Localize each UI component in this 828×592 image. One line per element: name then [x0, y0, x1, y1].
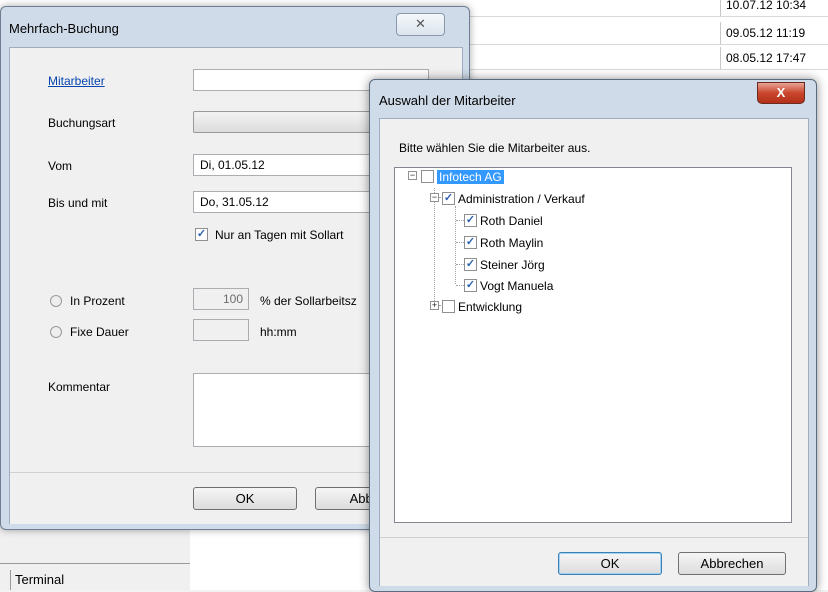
- auswahl-mitarbeiter-dialog: Auswahl der Mitarbeiter X Bitte wählen S…: [369, 79, 817, 592]
- kommentar-label: Kommentar: [48, 380, 111, 394]
- tree-node-label: Roth Maylin: [480, 235, 544, 250]
- checkbox[interactable]: ✓: [464, 258, 477, 272]
- buchungsart-label: Buchungsart: [48, 116, 116, 130]
- divider: [0, 563, 190, 564]
- terminal-header[interactable]: Terminal: [10, 570, 195, 590]
- tree-node-group[interactable]: Entwicklung: [442, 297, 522, 315]
- tree-node-label: Roth Daniel: [480, 213, 543, 228]
- checkbox[interactable]: ✓: [464, 236, 477, 250]
- close-button[interactable]: X: [757, 82, 805, 104]
- tree-node-label: Steiner Jörg: [480, 257, 545, 272]
- dialog-body: Bitte wählen Sie die Mitarbeiter aus. − …: [379, 118, 809, 586]
- tree-node-member[interactable]: ✓ Steiner Jörg: [464, 255, 545, 273]
- vom-label: Vom: [48, 159, 73, 173]
- employee-tree[interactable]: − Infotech AG − ✓ Administration / Verkau…: [394, 167, 792, 523]
- checkbox[interactable]: [442, 300, 455, 314]
- tree-connector: [434, 188, 435, 305]
- prozent-suffix: % der Sollarbeitsz: [260, 294, 357, 308]
- abbrechen-button[interactable]: Abbrechen: [678, 552, 786, 575]
- instruction-text: Bitte wählen Sie die Mitarbeiter aus.: [399, 141, 591, 155]
- collapse-icon[interactable]: −: [430, 193, 439, 202]
- mitarbeiter-link[interactable]: Mitarbeiter: [48, 74, 105, 88]
- dauer-suffix: hh:mm: [260, 325, 297, 339]
- tree-node-label: Administration / Verkauf: [458, 191, 585, 206]
- tree-node-label: Entwicklung: [458, 299, 523, 314]
- time-cell: 08.05.12 17:47: [720, 47, 828, 69]
- checkbox[interactable]: [421, 170, 434, 184]
- close-icon: X: [776, 85, 786, 100]
- in-prozent-label: In Prozent: [70, 294, 125, 308]
- time-cell: 09.05.12 11:19: [720, 22, 828, 44]
- dauer-input[interactable]: [193, 319, 249, 341]
- content-area: [190, 525, 380, 590]
- dialog-footer: OK Abbrechen: [380, 537, 808, 586]
- collapse-icon[interactable]: −: [408, 171, 417, 180]
- table-row[interactable]: 08.05.12 17:47: [470, 47, 828, 70]
- nur-tagen-label: Nur an Tagen mit Sollart: [215, 228, 344, 242]
- checkbox[interactable]: ✓: [464, 214, 477, 228]
- table-row[interactable]: 09.05.12 11:19: [470, 22, 828, 45]
- checkbox[interactable]: ✓: [464, 279, 477, 293]
- close-icon: ✕: [415, 16, 426, 31]
- nur-tagen-checkbox[interactable]: ✓: [195, 228, 208, 241]
- dialog-title: Auswahl der Mitarbeiter: [379, 93, 516, 108]
- tree-node-member[interactable]: ✓ Roth Daniel: [464, 211, 543, 229]
- table-row[interactable]: 10.07.12 10:34: [470, 0, 828, 17]
- left-panel: Terminal: [0, 525, 191, 590]
- expand-icon[interactable]: +: [430, 301, 439, 310]
- tree-node-member[interactable]: ✓ Roth Maylin: [464, 233, 543, 251]
- tree-node-label: Infotech AG: [437, 169, 504, 184]
- tree-node-member[interactable]: ✓ Vogt Manuela: [464, 276, 553, 294]
- ok-button[interactable]: OK: [193, 487, 297, 510]
- fixe-dauer-radio[interactable]: [50, 326, 62, 338]
- prozent-input[interactable]: 100: [193, 288, 249, 310]
- close-button[interactable]: ✕: [396, 13, 445, 36]
- tree-node-root[interactable]: Infotech AG: [421, 167, 504, 185]
- time-cell: 10.07.12 10:34: [720, 0, 828, 16]
- dialog-title: Mehrfach-Buchung: [9, 21, 119, 36]
- fixe-dauer-label: Fixe Dauer: [70, 325, 129, 339]
- tree-node-group[interactable]: ✓ Administration / Verkauf: [442, 189, 585, 207]
- in-prozent-radio[interactable]: [50, 295, 62, 307]
- tree-node-label: Vogt Manuela: [480, 278, 554, 293]
- checkbox[interactable]: ✓: [442, 192, 455, 206]
- tree-connector: [455, 206, 456, 284]
- bis-label: Bis und mit: [48, 196, 108, 210]
- ok-button[interactable]: OK: [558, 552, 662, 575]
- check-icon: ✓: [196, 228, 207, 240]
